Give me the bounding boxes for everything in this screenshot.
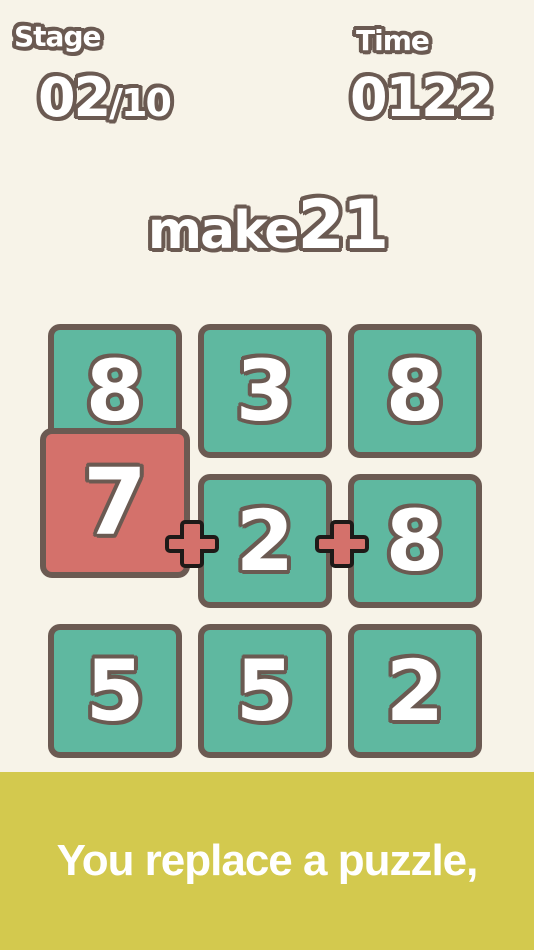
tile-number: 8 bbox=[385, 492, 445, 590]
caption-bar: You replace a puzzle, bbox=[0, 772, 534, 950]
tile-number: 2 bbox=[235, 492, 295, 590]
caption-text: You replace a puzzle, bbox=[56, 836, 479, 885]
target-number: 21 bbox=[297, 186, 390, 265]
tile-number: 8 bbox=[385, 342, 445, 440]
tile-number: 3 bbox=[235, 342, 295, 440]
tile-number: 5 bbox=[85, 642, 145, 740]
tile-r3c1[interactable]: 5 bbox=[48, 624, 182, 758]
tile-r3c2[interactable]: 5 bbox=[198, 624, 332, 758]
tile-number: 8 bbox=[85, 342, 145, 440]
plus-operator-icon bbox=[165, 520, 219, 568]
target-prefix: make bbox=[147, 201, 300, 261]
stage-total: /10 bbox=[109, 81, 172, 125]
tile-r3c3[interactable]: 2 bbox=[348, 624, 482, 758]
tile-number: 7 bbox=[82, 449, 147, 556]
time-value: 0122 bbox=[350, 66, 494, 129]
stage-counter: 02/10 bbox=[38, 66, 172, 129]
stage-label: Stage bbox=[14, 20, 101, 53]
plus-operator-icon bbox=[315, 520, 369, 568]
time-label: Time bbox=[356, 24, 430, 57]
tile-r1c3[interactable]: 8 bbox=[348, 324, 482, 458]
tile-number: 5 bbox=[235, 642, 295, 740]
tile-number: 2 bbox=[385, 642, 445, 740]
tile-r1c2[interactable]: 3 bbox=[198, 324, 332, 458]
stage-current: 02 bbox=[38, 66, 111, 129]
target-heading: make21 bbox=[0, 186, 534, 265]
